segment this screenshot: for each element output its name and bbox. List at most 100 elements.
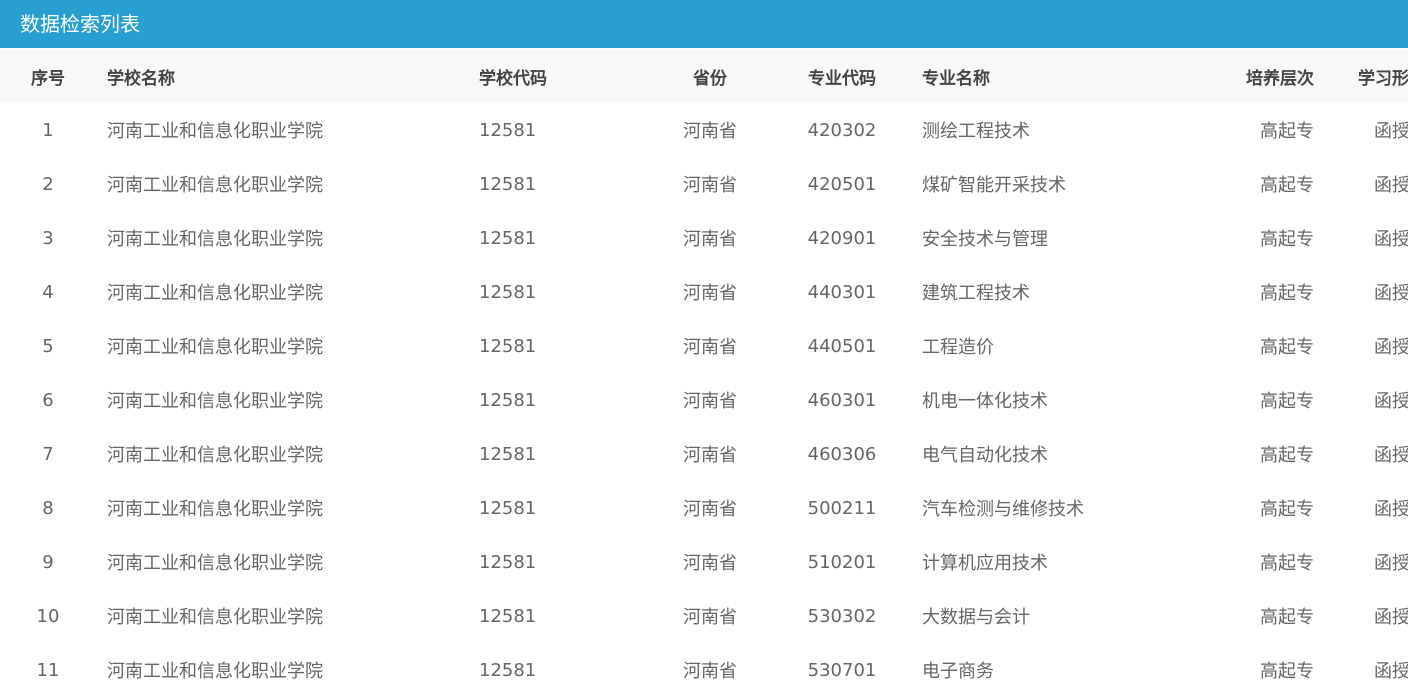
cell-index: 5 [42, 335, 54, 357]
cell-level: 高起专 [1260, 175, 1314, 196]
table-row: 1 河南工业和信息化职业学院 12581 河南省 420302 测绘工程技术 高起专 函授 [0, 103, 1408, 157]
cell-province: 河南省 [683, 607, 737, 628]
cell-school-name: 河南工业和信息化职业学院 [107, 661, 323, 682]
cell-index: 10 [36, 605, 60, 627]
cell-major-name: 建筑工程技术 [922, 283, 1030, 304]
cell-index: 3 [42, 227, 54, 249]
cell-index: 6 [42, 389, 54, 411]
cell-major-code: 510201 [807, 551, 877, 573]
cell-school-name: 河南工业和信息化职业学院 [107, 499, 323, 520]
table-row: 6 河南工业和信息化职业学院 12581 河南省 460301 机电一体化技术 高起专 函授 [0, 373, 1408, 427]
table-row: 9 河南工业和信息化职业学院 12581 河南省 510201 计算机应用技术 高起专 函授 [0, 535, 1408, 589]
cell-index: 1 [42, 119, 54, 141]
column-header-school-name: 学校名称 [107, 68, 175, 89]
cell-major-name: 安全技术与管理 [922, 229, 1048, 250]
cell-major-code: 420302 [807, 119, 877, 141]
cell-major-name: 电气自动化技术 [922, 445, 1048, 466]
cell-school-code: 12581 [479, 443, 537, 465]
column-header-index: 序号 [31, 68, 65, 89]
cell-study-form: 函授 [1374, 391, 1408, 412]
cell-school-code: 12581 [479, 389, 537, 411]
header-row: 序号 学校名称 学校代码 省份 专业代码 专业名称 培养层次 学习形式 [0, 49, 1408, 103]
cell-index: 9 [42, 551, 54, 573]
column-header-school-code: 学校代码 [479, 68, 547, 89]
cell-province: 河南省 [683, 337, 737, 358]
cell-level: 高起专 [1260, 661, 1314, 682]
cell-school-code: 12581 [479, 281, 537, 303]
cell-level: 高起专 [1260, 553, 1314, 574]
cell-major-name: 大数据与会计 [922, 607, 1030, 628]
cell-school-name: 河南工业和信息化职业学院 [107, 445, 323, 466]
cell-study-form: 函授 [1374, 499, 1408, 520]
cell-major-code: 440501 [807, 335, 877, 357]
cell-level: 高起专 [1260, 607, 1314, 628]
column-header-study-form: 学习形式 [1358, 68, 1408, 89]
cell-major-name: 电子商务 [922, 661, 994, 682]
cell-province: 河南省 [683, 499, 737, 520]
cell-index: 11 [36, 659, 60, 681]
cell-study-form: 函授 [1374, 661, 1408, 682]
cell-major-code: 420901 [807, 227, 877, 249]
cell-province: 河南省 [683, 283, 737, 304]
table-row: 3 河南工业和信息化职业学院 12581 河南省 420901 安全技术与管理 高起专 函授 [0, 211, 1408, 265]
cell-province: 河南省 [683, 121, 737, 142]
cell-index: 4 [42, 281, 54, 303]
column-header-major-name: 专业名称 [922, 68, 990, 89]
cell-school-name: 河南工业和信息化职业学院 [107, 283, 323, 304]
cell-major-code: 500211 [807, 497, 877, 519]
cell-study-form: 函授 [1374, 229, 1408, 250]
cell-school-name: 河南工业和信息化职业学院 [107, 337, 323, 358]
table-row: 10 河南工业和信息化职业学院 12581 河南省 530302 大数据与会计 高起专 函授 [0, 589, 1408, 643]
cell-index: 7 [42, 443, 54, 465]
cell-province: 河南省 [683, 445, 737, 466]
cell-school-code: 12581 [479, 497, 537, 519]
cell-school-name: 河南工业和信息化职业学院 [107, 391, 323, 412]
cell-study-form: 函授 [1374, 121, 1408, 142]
cell-school-name: 河南工业和信息化职业学院 [107, 121, 323, 142]
table-row: 4 河南工业和信息化职业学院 12581 河南省 440301 建筑工程技术 高起专 函授 [0, 265, 1408, 319]
cell-school-name: 河南工业和信息化职业学院 [107, 175, 323, 196]
cell-province: 河南省 [683, 175, 737, 196]
cell-school-code: 12581 [479, 659, 537, 681]
cell-study-form: 函授 [1374, 175, 1408, 196]
cell-level: 高起专 [1260, 121, 1314, 142]
cell-study-form: 函授 [1374, 283, 1408, 304]
cell-major-code: 530302 [807, 605, 877, 627]
cell-major-name: 机电一体化技术 [922, 391, 1048, 412]
cell-school-code: 12581 [479, 227, 537, 249]
table-row: 7 河南工业和信息化职业学院 12581 河南省 460306 电气自动化技术 高起专 函授 [0, 427, 1408, 481]
cell-province: 河南省 [683, 229, 737, 250]
table-body: 1 河南工业和信息化职业学院 12581 河南省 420302 测绘工程技术 高起专 函授 2 河… [0, 103, 1408, 695]
cell-major-name: 计算机应用技术 [922, 553, 1048, 574]
cell-index: 8 [42, 497, 54, 519]
column-header-level: 培养层次 [1246, 68, 1314, 89]
cell-school-name: 河南工业和信息化职业学院 [107, 607, 323, 628]
column-header-province: 省份 [693, 68, 727, 89]
table-header: 序号 学校名称 学校代码 省份 专业代码 专业名称 培养层次 学习形式 [0, 49, 1408, 103]
cell-major-code: 460301 [807, 389, 877, 411]
cell-major-name: 煤矿智能开采技术 [922, 175, 1066, 196]
cell-major-code: 440301 [807, 281, 877, 303]
panel-title: 数据检索列表 [0, 0, 1408, 48]
table-row: 5 河南工业和信息化职业学院 12581 河南省 440501 工程造价 高起专 函授 [0, 319, 1408, 373]
cell-study-form: 函授 [1374, 607, 1408, 628]
cell-level: 高起专 [1260, 337, 1314, 358]
cell-school-name: 河南工业和信息化职业学院 [107, 229, 323, 250]
search-results-panel: 数据检索列表 序号 学校名称 学校代码 省份 专业代码 专业名称 培养层次 学习… [0, 0, 1408, 695]
cell-level: 高起专 [1260, 283, 1314, 304]
cell-school-code: 12581 [479, 551, 537, 573]
cell-study-form: 函授 [1374, 445, 1408, 466]
cell-province: 河南省 [683, 391, 737, 412]
cell-school-code: 12581 [479, 335, 537, 357]
cell-major-code: 420501 [807, 173, 877, 195]
cell-major-name: 工程造价 [922, 337, 994, 358]
cell-level: 高起专 [1260, 229, 1314, 250]
cell-major-code: 460306 [807, 443, 877, 465]
cell-study-form: 函授 [1374, 553, 1408, 574]
table-row: 8 河南工业和信息化职业学院 12581 河南省 500211 汽车检测与维修技术 高起专 函… [0, 481, 1408, 535]
cell-level: 高起专 [1260, 445, 1314, 466]
cell-major-name: 测绘工程技术 [922, 121, 1030, 142]
cell-level: 高起专 [1260, 391, 1314, 412]
table-row: 2 河南工业和信息化职业学院 12581 河南省 420501 煤矿智能开采技术 高起专 函授 [0, 157, 1408, 211]
cell-study-form: 函授 [1374, 337, 1408, 358]
